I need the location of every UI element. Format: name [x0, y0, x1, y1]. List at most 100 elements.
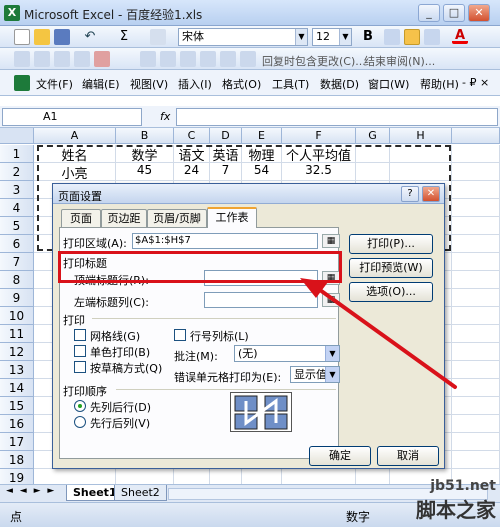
undo-icon[interactable]: ↶ [82, 29, 98, 45]
empty-cell[interactable] [116, 469, 174, 484]
empty-cell[interactable] [452, 325, 500, 343]
menu-edit[interactable]: 编辑(E) [82, 76, 120, 92]
align-left-icon[interactable] [384, 29, 400, 45]
rows-to-repeat-input[interactable] [204, 270, 318, 286]
column-header-b[interactable]: B [116, 128, 174, 144]
empty-cell[interactable] [356, 145, 390, 163]
row-header[interactable]: 16 [0, 415, 34, 433]
empty-cell[interactable] [452, 271, 500, 289]
menu-tools[interactable]: 工具(T) [272, 76, 309, 92]
open-icon[interactable] [34, 29, 50, 45]
row-header[interactable]: 15 [0, 397, 34, 415]
cell-d1[interactable]: 英语 [210, 145, 242, 164]
cell-e1[interactable]: 物理 [242, 145, 282, 164]
cell-b1[interactable]: 数学 [116, 145, 174, 164]
row-header[interactable]: 18 [0, 451, 34, 469]
help-button[interactable]: ? [401, 186, 419, 202]
tab-header-footer[interactable]: 页眉/页脚 [147, 209, 207, 227]
empty-cell[interactable] [452, 289, 500, 307]
columns-to-repeat-input[interactable] [204, 292, 318, 308]
row-header[interactable]: 1 [0, 145, 34, 163]
bold-button[interactable]: B [360, 29, 376, 45]
row-header[interactable]: 8 [0, 271, 34, 289]
ok-button[interactable]: 确定 [309, 446, 371, 466]
draft-quality-checkbox[interactable] [74, 361, 86, 373]
font-size-select[interactable]: 12 ▼ [312, 28, 352, 46]
menu-window[interactable]: 窗口(W) [368, 76, 409, 92]
empty-cell[interactable] [242, 469, 282, 484]
cell-a2[interactable]: 小亮 [34, 163, 116, 182]
menu-data[interactable]: 数据(D) [320, 76, 359, 92]
cell-a1[interactable]: 姓名 [34, 145, 116, 164]
empty-cell[interactable] [452, 199, 500, 217]
rows-to-repeat-collapse-icon[interactable]: ▦ [322, 271, 340, 285]
empty-cell[interactable] [356, 469, 390, 484]
tab-margins[interactable]: 页边距 [101, 209, 147, 227]
cell-c1[interactable]: 语文 [174, 145, 210, 164]
columns-to-repeat-collapse-icon[interactable]: ▦ [322, 293, 340, 307]
row-header[interactable]: 3 [0, 181, 34, 199]
end-review[interactable]: 结束审阅(N)... [364, 53, 435, 69]
empty-cell[interactable] [452, 235, 500, 253]
print-area-collapse-icon[interactable]: ▦ [322, 234, 340, 248]
review-icon-10[interactable] [220, 51, 236, 67]
cell-f1[interactable]: 个人平均值 [282, 145, 356, 164]
row-header[interactable]: 5 [0, 217, 34, 235]
select-all-corner[interactable] [0, 128, 34, 144]
menu-file[interactable]: 文件(F) [36, 76, 73, 92]
empty-cell[interactable] [452, 253, 500, 271]
review-icon-9[interactable] [200, 51, 216, 67]
menu-help[interactable]: 帮助(H) [420, 76, 459, 92]
empty-cell[interactable] [452, 181, 500, 199]
options-button[interactable]: 选项(O)... [349, 282, 433, 302]
dialog-close-button[interactable]: ✕ [422, 186, 440, 202]
empty-cell[interactable] [452, 415, 500, 433]
cell-c2[interactable]: 24 [174, 163, 210, 181]
cell-b2[interactable]: 45 [116, 163, 174, 181]
row-header[interactable]: 13 [0, 361, 34, 379]
row-col-headings-checkbox[interactable] [174, 329, 186, 341]
align-center-icon[interactable] [404, 29, 420, 45]
print-area-input[interactable]: $A$1:$H$7 [132, 233, 318, 249]
row-header[interactable]: 17 [0, 433, 34, 451]
align-right-icon[interactable] [424, 29, 440, 45]
review-icon-4[interactable] [74, 51, 90, 67]
review-icon-11[interactable] [240, 51, 256, 67]
column-header-g[interactable]: G [356, 128, 390, 144]
down-then-over-radio[interactable] [74, 400, 86, 412]
close-button[interactable]: ✕ [468, 4, 490, 22]
reply-with-changes[interactable]: 回复时包含更改(C)... [262, 53, 366, 69]
over-then-down-radio[interactable] [74, 416, 86, 428]
empty-cell[interactable] [452, 379, 500, 397]
row-header[interactable]: 2 [0, 163, 34, 181]
empty-cell[interactable] [452, 343, 500, 361]
black-white-checkbox[interactable] [74, 345, 86, 357]
row-header[interactable]: 6 [0, 235, 34, 253]
review-icon-1[interactable] [14, 51, 30, 67]
print-preview-button[interactable]: 打印预览(W) [349, 258, 433, 278]
row-header[interactable]: 11 [0, 325, 34, 343]
empty-cell[interactable] [210, 469, 242, 484]
save-icon[interactable] [54, 29, 70, 45]
row-header[interactable]: 19 [0, 469, 34, 484]
fx-icon[interactable]: fx [160, 110, 170, 123]
column-header-f[interactable]: F [282, 128, 356, 144]
empty-cell[interactable] [452, 145, 500, 163]
empty-cell[interactable] [452, 433, 500, 451]
empty-cell[interactable] [356, 163, 390, 181]
empty-cell[interactable] [34, 469, 116, 484]
formula-input[interactable] [176, 108, 498, 126]
menu-format[interactable]: 格式(O) [222, 76, 261, 92]
empty-cell[interactable] [174, 469, 210, 484]
comments-select[interactable]: (无) ▼ [234, 345, 340, 362]
column-header-c[interactable]: C [174, 128, 210, 144]
column-header-d[interactable]: D [210, 128, 242, 144]
maximize-button[interactable]: □ [443, 4, 465, 22]
cell-e2[interactable]: 54 [242, 163, 282, 181]
cell-errors-select[interactable]: 显示值 ▼ [290, 366, 340, 383]
name-box[interactable]: A1 [2, 108, 142, 126]
empty-cell[interactable] [390, 145, 452, 163]
print-button[interactable]: 打印(P)... [349, 234, 433, 254]
row-header[interactable]: 14 [0, 379, 34, 397]
row-header[interactable]: 7 [0, 253, 34, 271]
